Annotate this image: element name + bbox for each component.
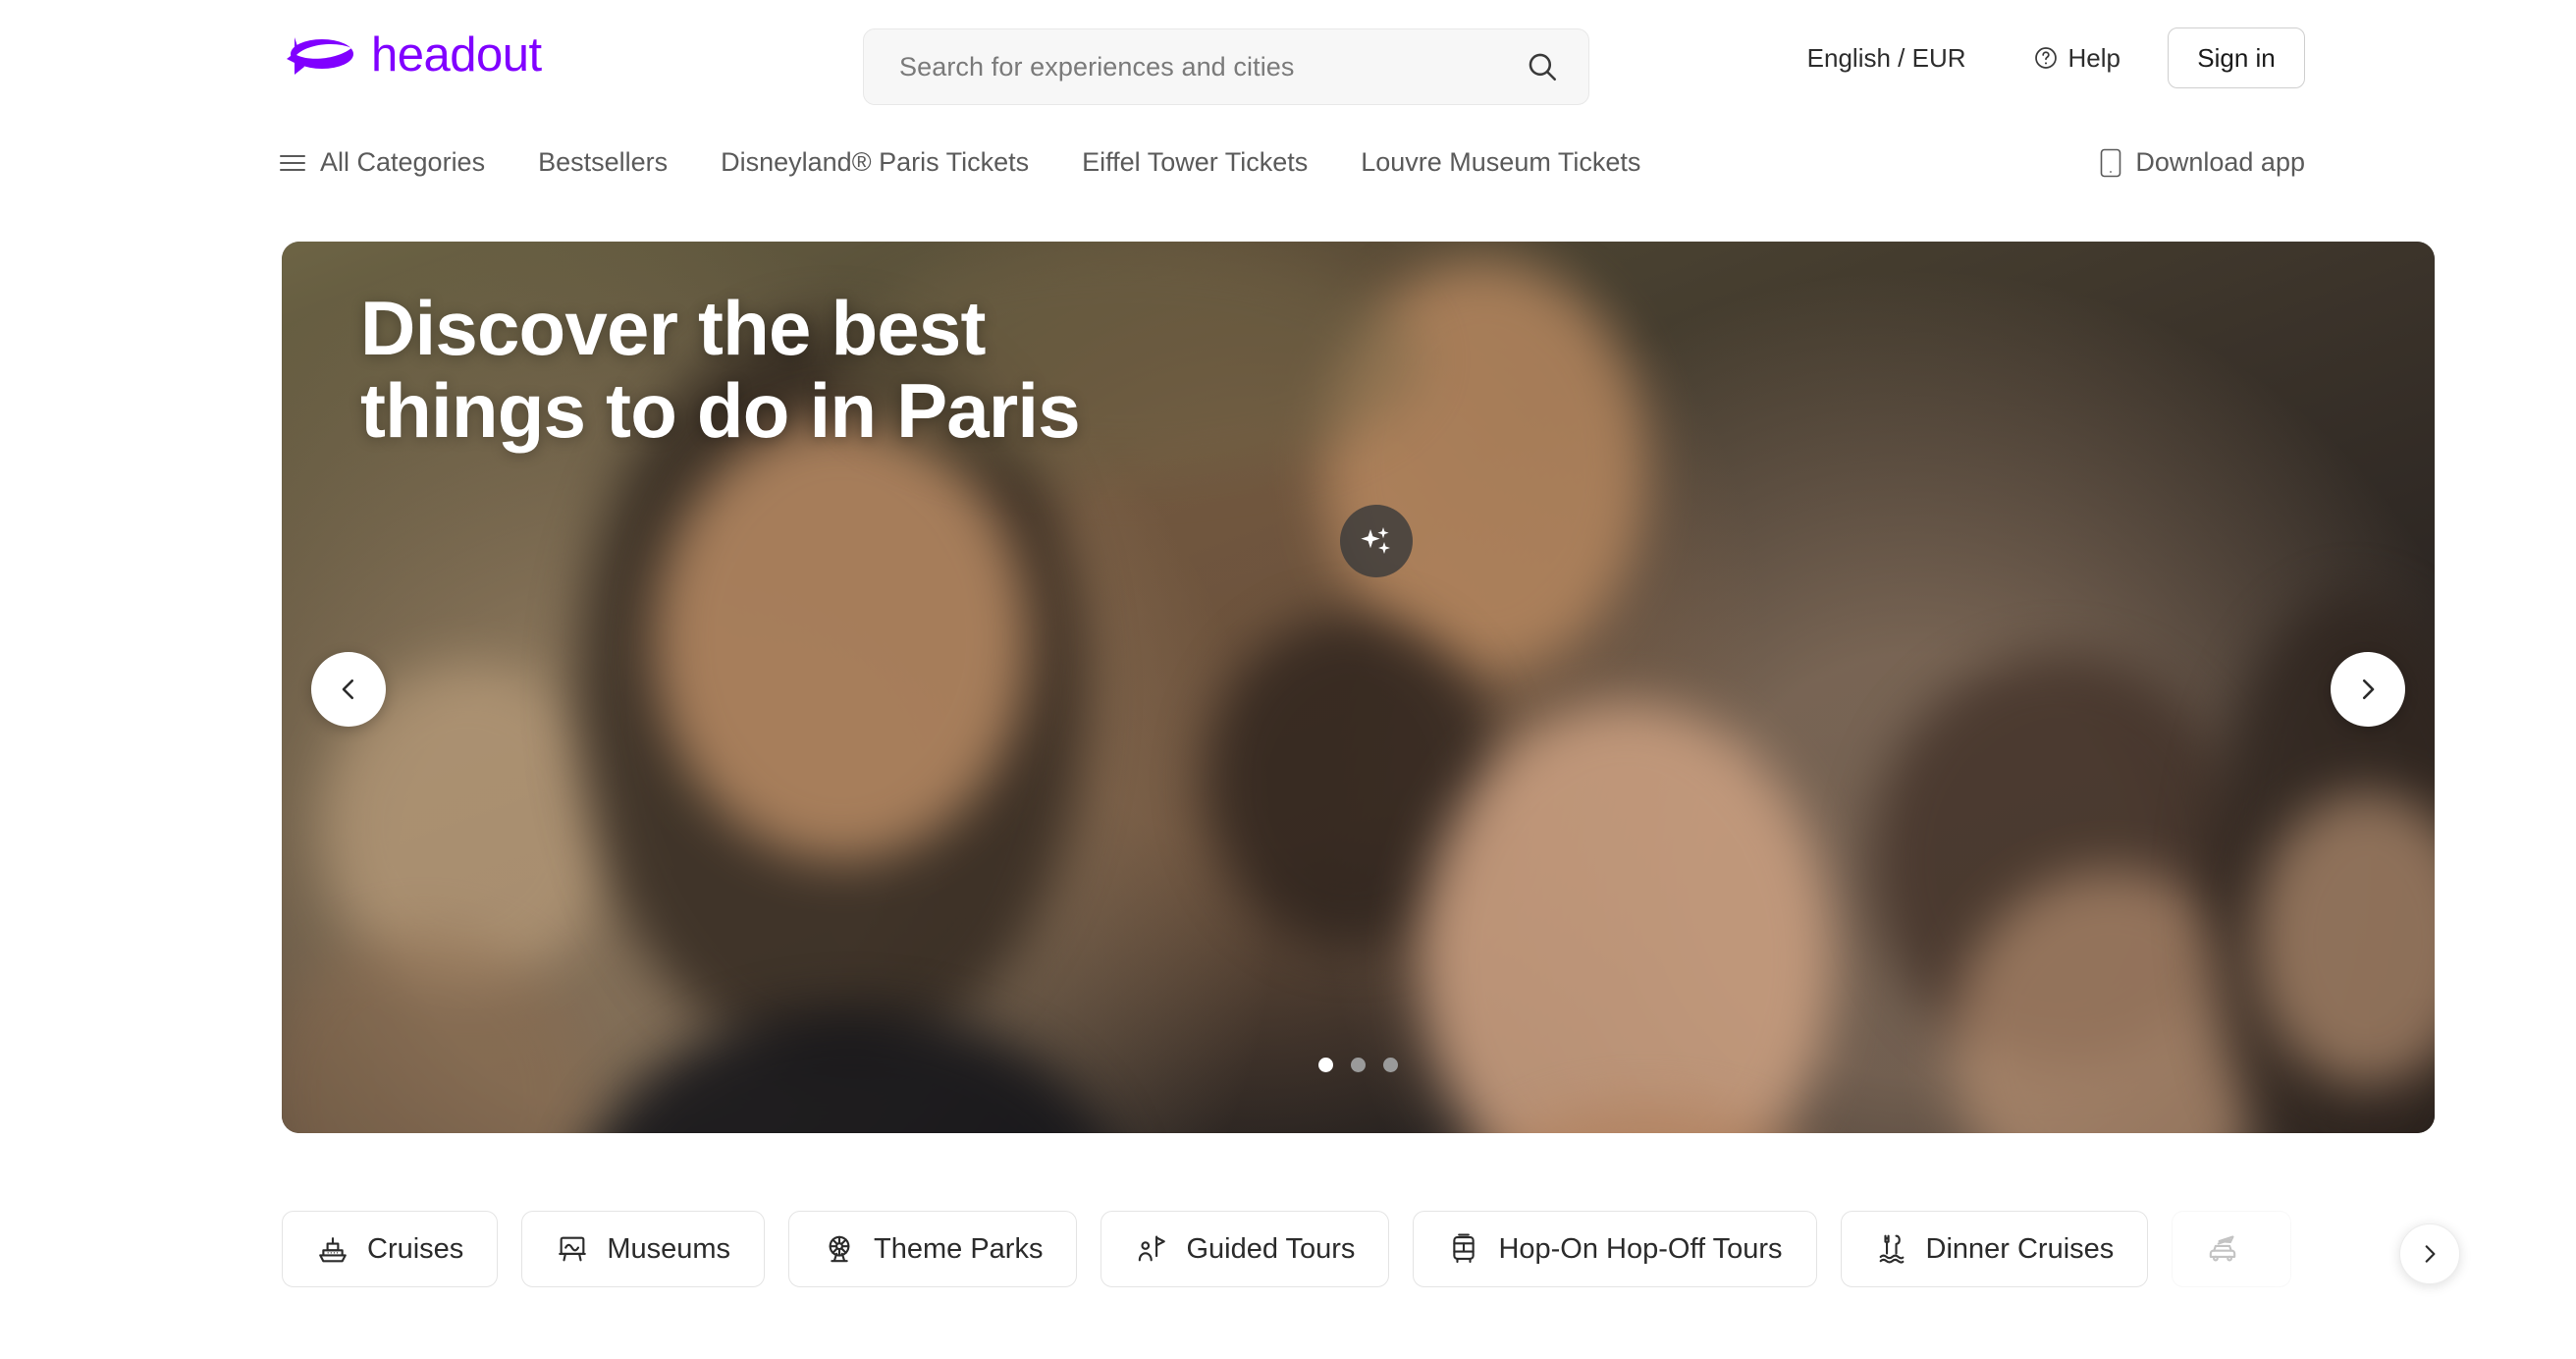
nav-item-disneyland-paris-tickets[interactable]: Disneyland® Paris Tickets — [694, 147, 1055, 178]
chip-museums[interactable]: Museums — [521, 1211, 766, 1287]
hero-dot-indicators — [282, 1058, 2435, 1072]
nav-item-bestsellers[interactable]: Bestsellers — [511, 147, 694, 178]
help-label: Help — [2067, 42, 2120, 73]
chips-next-button[interactable] — [2399, 1223, 2460, 1284]
museum-painting-icon — [559, 1236, 587, 1262]
hero-dot-1[interactable] — [1318, 1058, 1333, 1072]
sign-in-button[interactable]: Sign in — [2168, 27, 2305, 88]
hero-dot-2[interactable] — [1351, 1058, 1366, 1072]
chip-theme-parks[interactable]: Theme Parks — [788, 1211, 1078, 1287]
nav-item-eiffel-tower-tickets[interactable]: Eiffel Tower Tickets — [1055, 147, 1334, 178]
chevron-right-icon — [2425, 1245, 2436, 1263]
chip-dinner-cruises[interactable]: Dinner Cruises — [1840, 1211, 2149, 1287]
sparkles-icon — [1361, 527, 1390, 554]
hero-carousel[interactable]: Discover the best things to do in Paris — [282, 242, 2435, 1133]
language-currency-selector[interactable]: English / EUR — [1788, 43, 1986, 74]
nav-item-label: Bestsellers — [538, 147, 669, 177]
nav-item-label: All Categories — [320, 147, 486, 177]
nav-links: All Categories Bestsellers Disneyland® P… — [279, 147, 1667, 178]
header-right-actions: English / EUR Help Sign in — [1788, 27, 2305, 88]
chip-hop-on-hop-off-tours[interactable]: Hop-On Hop-Off Tours — [1413, 1211, 1817, 1287]
dining-waves-icon — [1879, 1234, 1904, 1264]
hero-title-line-1: Discover the best — [360, 285, 986, 371]
airport-transfer-icon — [2210, 1235, 2236, 1262]
chip-label: Cruises — [367, 1232, 464, 1265]
page-root: headout Search for experiences and citie… — [0, 0, 2576, 1359]
download-app-button[interactable]: Download app — [2100, 147, 2305, 178]
brand-name: headout — [371, 27, 542, 82]
chevron-left-icon — [342, 679, 354, 700]
chip-label: Guided Tours — [1186, 1232, 1356, 1265]
category-chip-row[interactable]: Cruises Museums Theme Parks Guided Tours… — [282, 1210, 2435, 1288]
hero-title: Discover the best things to do in Paris — [360, 285, 1081, 455]
blimp-icon — [287, 37, 353, 75]
site-header: headout Search for experiences and citie… — [0, 0, 2576, 137]
help-button[interactable]: Help — [1986, 43, 2142, 74]
nav-item-label: Eiffel Tower Tickets — [1082, 147, 1309, 177]
chip-label: Museums — [607, 1232, 731, 1265]
guide-flag-icon — [1139, 1235, 1166, 1262]
chip-label: Hop-On Hop-Off Tours — [1498, 1232, 1783, 1265]
search-input[interactable]: Search for experiences and cities — [863, 28, 1589, 105]
nav-item-label: Disneyland® Paris Tickets — [721, 147, 1030, 177]
search-placeholder: Search for experiences and cities — [899, 51, 1295, 82]
ai-sparkle-button[interactable] — [1340, 505, 1413, 577]
hero-title-line-2: things to do in Paris — [360, 367, 1081, 455]
headout-logo[interactable]: headout — [281, 29, 542, 81]
bus-icon — [1453, 1233, 1476, 1264]
nav-item-label: Louvre Museum Tickets — [1361, 147, 1641, 177]
hero-dot-3[interactable] — [1383, 1058, 1398, 1072]
download-app-label: Download app — [2135, 147, 2305, 177]
search-icon — [1529, 53, 1557, 82]
chip-guided-tours[interactable]: Guided Tours — [1100, 1211, 1390, 1287]
hero-next-button[interactable] — [2331, 652, 2405, 727]
cruise-ship-icon — [319, 1237, 347, 1263]
chip-label: Dinner Cruises — [1925, 1232, 2115, 1265]
chevron-right-icon — [2362, 679, 2375, 700]
chip-label: Theme Parks — [874, 1232, 1044, 1265]
nav-item-all-categories[interactable]: All Categories — [279, 147, 511, 178]
ferris-wheel-icon — [829, 1235, 850, 1263]
chip-cruises[interactable]: Cruises — [282, 1211, 499, 1287]
chip-airport-transfers[interactable] — [2172, 1211, 2292, 1287]
hamburger-icon — [280, 154, 305, 171]
nav-item-louvre-museum-tickets[interactable]: Louvre Museum Tickets — [1334, 147, 1667, 178]
question-circle-icon — [2034, 47, 2057, 69]
mobile-phone-icon — [2101, 148, 2121, 177]
hero-prev-button[interactable] — [311, 652, 386, 727]
category-nav: All Categories Bestsellers Disneyland® P… — [0, 147, 2576, 212]
